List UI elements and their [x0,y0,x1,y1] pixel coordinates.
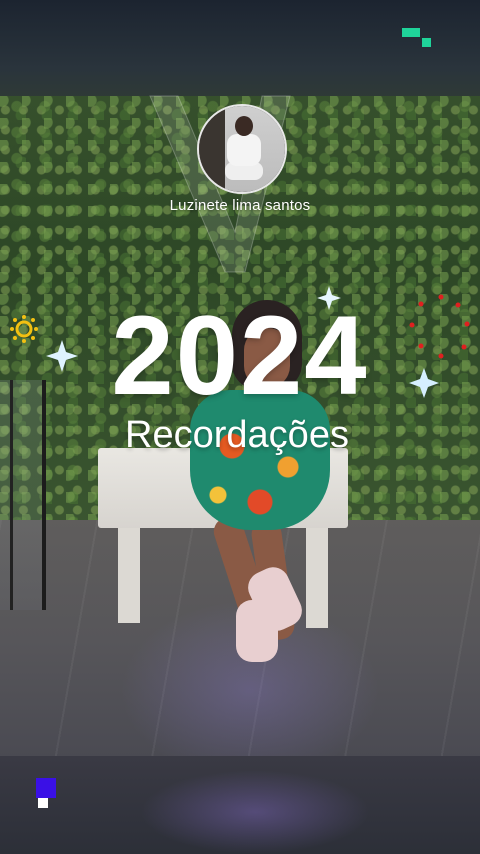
story-title-year: 2024 [111,293,369,418]
story-title-label: Recordações [125,414,349,456]
story-viewer[interactable]: Luzinete lima santos 2024 Recordações [0,0,480,854]
blue-square-logo-icon [36,778,56,808]
